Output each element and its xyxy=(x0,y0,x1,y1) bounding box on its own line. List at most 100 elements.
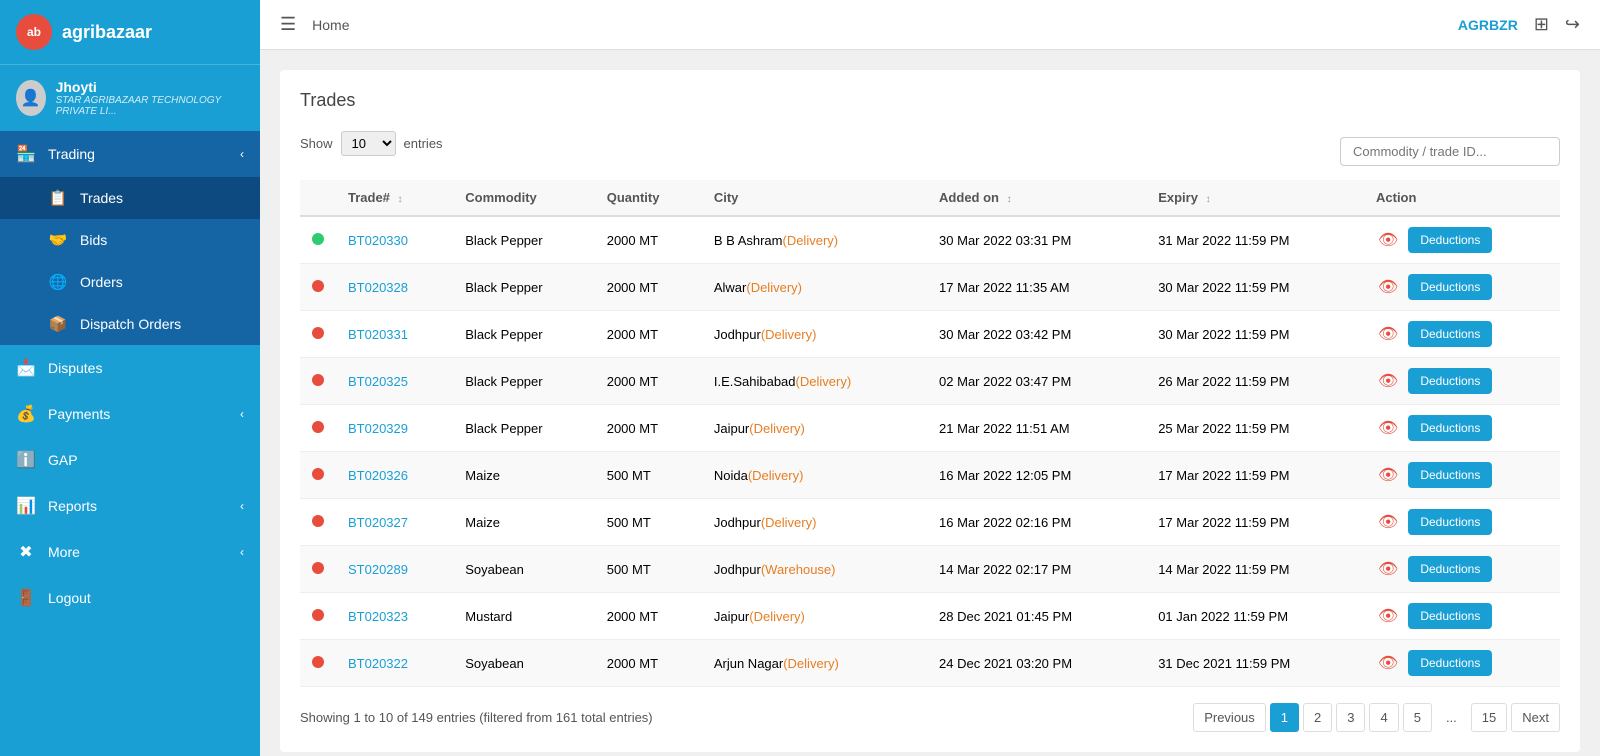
deductions-button[interactable]: Deductions xyxy=(1408,509,1492,535)
search-input[interactable] xyxy=(1340,137,1560,166)
expiry-cell: 31 Dec 2021 11:59 PM xyxy=(1146,640,1364,687)
expiry-cell: 30 Mar 2022 11:59 PM xyxy=(1146,264,1364,311)
col-expiry[interactable]: Expiry ↕ xyxy=(1146,180,1364,216)
trade-num-cell: BT020322 xyxy=(336,640,453,687)
sidebar-item-bids[interactable]: 🤝 Bids xyxy=(0,219,260,261)
deductions-button[interactable]: Deductions xyxy=(1408,462,1492,488)
sidebar-item-more[interactable]: ✖ More ‹ xyxy=(0,529,260,575)
topbar-logout-icon[interactable]: ↪ xyxy=(1565,14,1580,35)
content-area: Trades Show 10 25 50 100 entries xyxy=(260,50,1600,756)
view-button[interactable]: 👁 xyxy=(1376,557,1400,581)
col-added-on[interactable]: Added on ↕ xyxy=(927,180,1146,216)
status-dot xyxy=(312,233,324,245)
trade-num-cell: BT020328 xyxy=(336,264,453,311)
page-1-button[interactable]: 1 xyxy=(1270,703,1299,732)
status-dot xyxy=(312,609,324,621)
sidebar-item-label: Payments xyxy=(48,406,110,422)
chevron-icon: ‹ xyxy=(240,499,244,513)
quantity-cell: 2000 MT xyxy=(595,358,702,405)
col-commodity: Commodity xyxy=(453,180,594,216)
trade-link[interactable]: BT020328 xyxy=(348,280,408,295)
deductions-button[interactable]: Deductions xyxy=(1408,227,1492,253)
sidebar-item-trading[interactable]: 🏪 Trading ‹ xyxy=(0,131,260,177)
prev-button[interactable]: Previous xyxy=(1193,703,1266,732)
commodity-cell: Black Pepper xyxy=(453,216,594,264)
col-trade-num[interactable]: Trade# ↕ xyxy=(336,180,453,216)
quantity-cell: 500 MT xyxy=(595,546,702,593)
sidebar-user: 👤 Jhoyti STAR AGRIBAZAAR TECHNOLOGY PRIV… xyxy=(0,64,260,131)
deductions-button[interactable]: Deductions xyxy=(1408,415,1492,441)
trades-icon: 📋 xyxy=(48,189,68,207)
trade-link[interactable]: BT020330 xyxy=(348,233,408,248)
topbar: ☰ Home AGRBZR ⊞ ↪ xyxy=(260,0,1600,50)
sidebar-item-gap[interactable]: ℹ️ GAP xyxy=(0,437,260,483)
trade-link[interactable]: ST020289 xyxy=(348,562,408,577)
entries-select[interactable]: 10 25 50 100 xyxy=(341,131,396,156)
trade-link[interactable]: BT020322 xyxy=(348,656,408,671)
deductions-button[interactable]: Deductions xyxy=(1408,603,1492,629)
deductions-button[interactable]: Deductions xyxy=(1408,368,1492,394)
page-3-button[interactable]: 3 xyxy=(1336,703,1365,732)
view-button[interactable]: 👁 xyxy=(1376,651,1400,675)
pagination: Previous 1 2 3 4 5 ... 15 Next xyxy=(1193,703,1560,732)
view-button[interactable]: 👁 xyxy=(1376,604,1400,628)
view-button[interactable]: 👁 xyxy=(1376,228,1400,252)
col-status xyxy=(300,180,336,216)
expiry-cell: 30 Mar 2022 11:59 PM xyxy=(1146,311,1364,358)
table-footer: Showing 1 to 10 of 149 entries (filtered… xyxy=(300,703,1560,732)
trade-link[interactable]: BT020329 xyxy=(348,421,408,436)
page-5-button[interactable]: 5 xyxy=(1403,703,1432,732)
trade-link[interactable]: BT020331 xyxy=(348,327,408,342)
action-cell: 👁 Deductions xyxy=(1364,546,1560,593)
sidebar-item-label: GAP xyxy=(48,452,78,468)
page-2-button[interactable]: 2 xyxy=(1303,703,1332,732)
quantity-cell: 500 MT xyxy=(595,452,702,499)
status-cell xyxy=(300,405,336,452)
sidebar-item-payments[interactable]: 💰 Payments ‹ xyxy=(0,391,260,437)
view-button[interactable]: 👁 xyxy=(1376,416,1400,440)
table-row: BT020327 Maize 500 MT Jodhpur(Delivery) … xyxy=(300,499,1560,546)
home-breadcrumb[interactable]: Home xyxy=(312,17,349,33)
view-button[interactable]: 👁 xyxy=(1376,322,1400,346)
status-cell xyxy=(300,264,336,311)
page-15-button[interactable]: 15 xyxy=(1471,703,1507,732)
sidebar-item-orders[interactable]: 🌐 Orders xyxy=(0,261,260,303)
main-area: ☰ Home AGRBZR ⊞ ↪ Trades Show 10 25 50 1… xyxy=(260,0,1600,756)
trade-link[interactable]: BT020326 xyxy=(348,468,408,483)
user-company: STAR AGRIBAZAAR TECHNOLOGY PRIVATE LI... xyxy=(56,95,244,117)
trade-num-cell: BT020327 xyxy=(336,499,453,546)
deductions-button[interactable]: Deductions xyxy=(1408,556,1492,582)
sidebar-item-trades[interactable]: 📋 Trades xyxy=(0,177,260,219)
added-on-cell: 14 Mar 2022 02:17 PM xyxy=(927,546,1146,593)
quantity-cell: 500 MT xyxy=(595,499,702,546)
grid-icon[interactable]: ⊞ xyxy=(1534,14,1549,35)
sidebar-item-label: Trades xyxy=(80,190,123,206)
sidebar-item-logout[interactable]: 🚪 Logout xyxy=(0,575,260,621)
page-title: Trades xyxy=(300,90,1560,111)
status-cell xyxy=(300,640,336,687)
view-button[interactable]: 👁 xyxy=(1376,510,1400,534)
sidebar-item-dispatch-orders[interactable]: 📦 Dispatch Orders xyxy=(0,303,260,345)
status-cell xyxy=(300,216,336,264)
trade-link[interactable]: BT020325 xyxy=(348,374,408,389)
page-4-button[interactable]: 4 xyxy=(1369,703,1398,732)
dispatch-icon: 📦 xyxy=(48,315,68,333)
trade-link[interactable]: BT020323 xyxy=(348,609,408,624)
sidebar-item-reports[interactable]: 📊 Reports ‹ xyxy=(0,483,260,529)
view-button[interactable]: 👁 xyxy=(1376,369,1400,393)
deductions-button[interactable]: Deductions xyxy=(1408,321,1492,347)
view-button[interactable]: 👁 xyxy=(1376,275,1400,299)
view-button[interactable]: 👁 xyxy=(1376,463,1400,487)
logo-icon: ab xyxy=(16,14,52,50)
deductions-button[interactable]: Deductions xyxy=(1408,650,1492,676)
sidebar-nav: 🏪 Trading ‹ 📋 Trades 🤝 Bids 🌐 Orders 📦 D… xyxy=(0,131,260,756)
more-icon: ✖ xyxy=(16,542,36,562)
hamburger-icon[interactable]: ☰ xyxy=(280,14,296,35)
trade-link[interactable]: BT020327 xyxy=(348,515,408,530)
status-cell xyxy=(300,499,336,546)
deductions-button[interactable]: Deductions xyxy=(1408,274,1492,300)
next-button[interactable]: Next xyxy=(1511,703,1560,732)
expiry-cell: 31 Mar 2022 11:59 PM xyxy=(1146,216,1364,264)
sidebar-item-disputes[interactable]: 📩 Disputes xyxy=(0,345,260,391)
quantity-cell: 2000 MT xyxy=(595,264,702,311)
